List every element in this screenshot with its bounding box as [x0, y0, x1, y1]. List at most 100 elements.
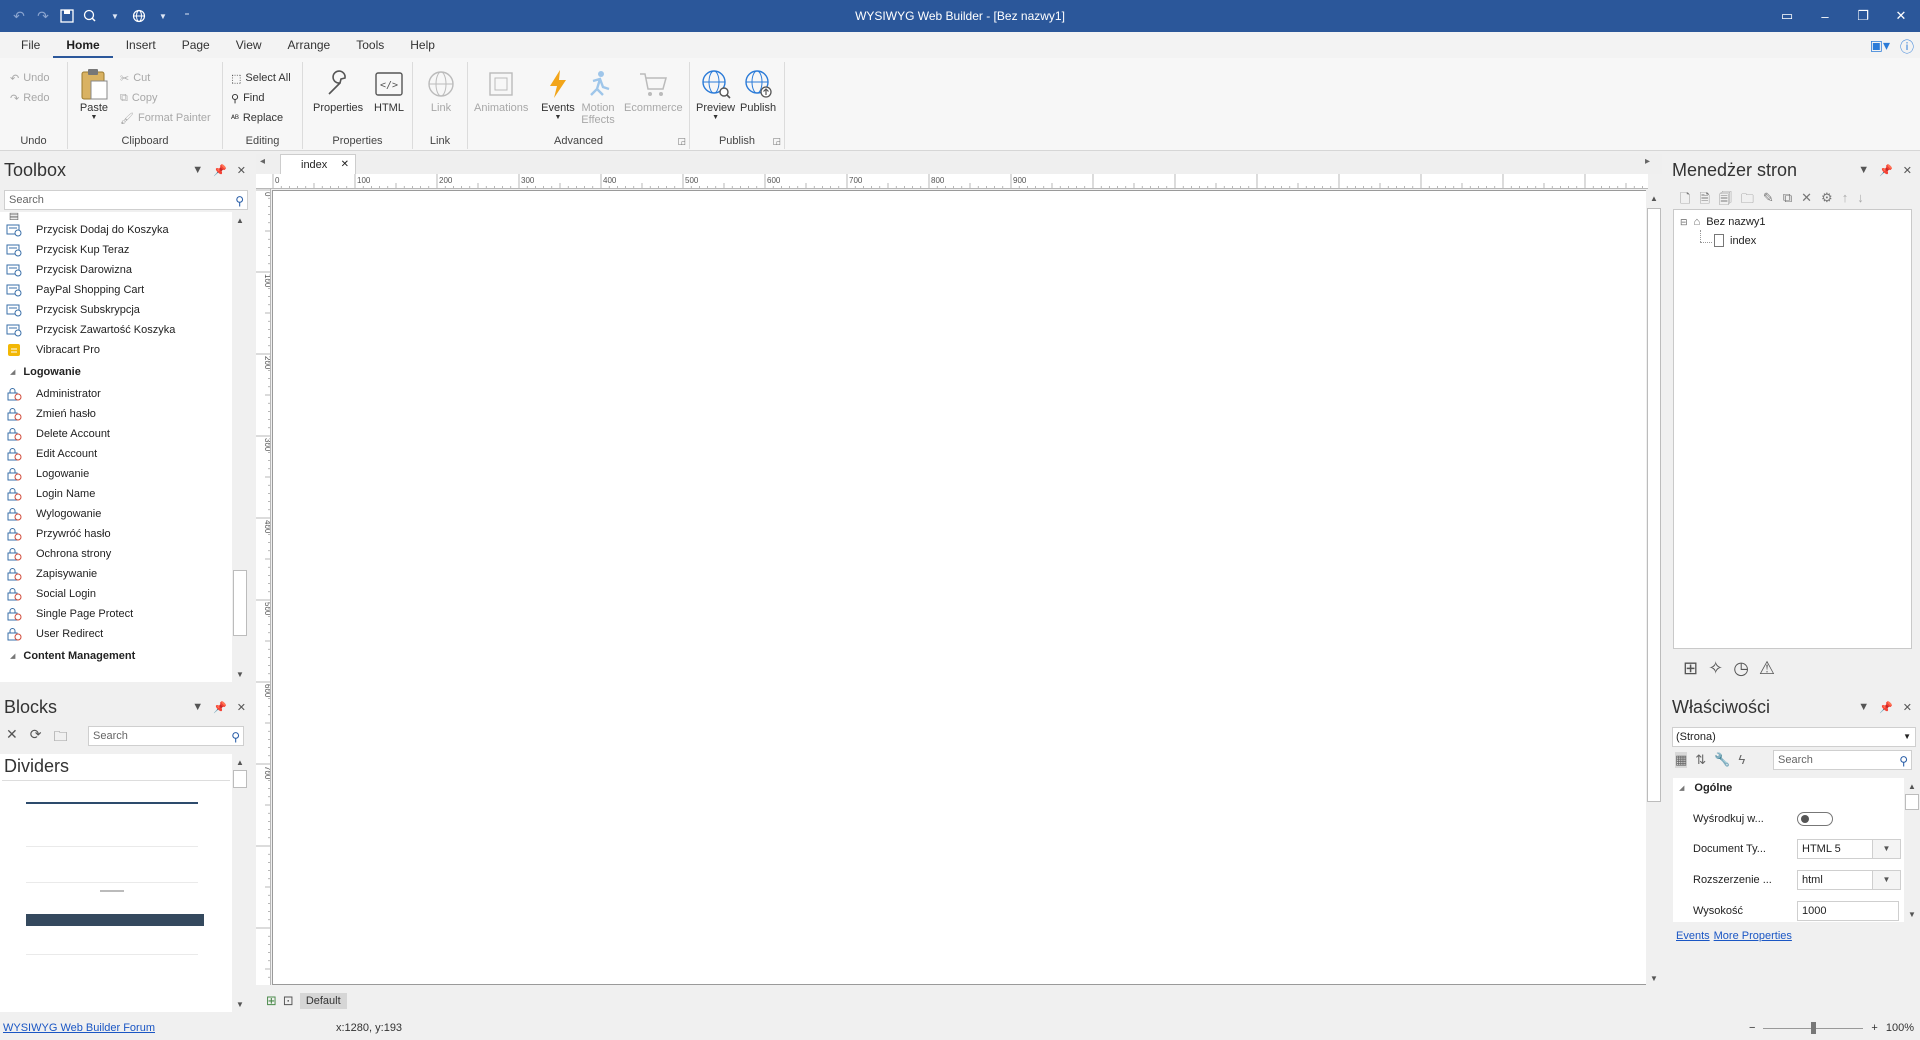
- tab-tools[interactable]: Tools: [343, 32, 397, 58]
- toolbox-item[interactable]: Logowanie: [0, 464, 232, 484]
- doctype-select[interactable]: HTML 5 ▼: [1797, 839, 1901, 859]
- blocks-scrollbar[interactable]: ▲ ▼: [232, 754, 248, 1012]
- canvas-scrollbar[interactable]: ▲ ▼: [1646, 190, 1662, 986]
- categorized-icon[interactable]: ▦: [1675, 752, 1688, 768]
- close-icon[interactable]: ✕: [1903, 701, 1912, 714]
- ribbon-display-icon[interactable]: ▭: [1768, 0, 1806, 32]
- copy-button[interactable]: ⧉ Copy: [120, 88, 211, 108]
- lightning-icon[interactable]: ϟ: [1738, 752, 1745, 768]
- panel-menu-icon[interactable]: ▼: [192, 701, 203, 714]
- events-link[interactable]: Events: [1676, 930, 1710, 942]
- toolbox-item[interactable]: Przycisk Zawartość Koszyka: [0, 320, 232, 340]
- sitemap-icon[interactable]: ⊞: [1683, 658, 1698, 679]
- center-toggle[interactable]: [1797, 812, 1833, 826]
- toolbox-item[interactable]: Delete Account: [0, 424, 232, 444]
- tab-view[interactable]: View: [223, 32, 275, 58]
- link-button[interactable]: Link: [423, 66, 459, 114]
- divider-block[interactable]: [26, 846, 198, 847]
- panel-menu-icon[interactable]: ▼: [192, 164, 203, 177]
- object-selector[interactable]: (Strona) ▼: [1672, 727, 1916, 747]
- pin-icon[interactable]: 📌: [1879, 164, 1893, 177]
- find-button[interactable]: ⚲ Find: [231, 88, 291, 108]
- chevron-down-icon[interactable]: ▼: [1872, 840, 1900, 858]
- layout-settings-icon[interactable]: ⊡: [283, 993, 294, 1009]
- collapse-icon[interactable]: ⊟: [1680, 217, 1688, 228]
- paste-button[interactable]: Paste ▼: [76, 66, 112, 121]
- publish-button[interactable]: Publish: [740, 66, 776, 114]
- scrollbar-thumb[interactable]: [233, 570, 247, 636]
- toolbox-item[interactable]: Edit Account: [0, 444, 232, 464]
- divider-block[interactable]: [26, 914, 204, 926]
- scroll-down-icon[interactable]: ▼: [1904, 906, 1920, 922]
- search-icon[interactable]: ⚲: [235, 192, 244, 210]
- properties-search-input[interactable]: Search ⚲: [1773, 750, 1912, 770]
- animations-button[interactable]: Animations: [474, 66, 528, 114]
- close-icon[interactable]: ✕: [6, 726, 18, 750]
- refresh-icon[interactable]: ⟳: [30, 726, 42, 750]
- folder-icon[interactable]: 🗀: [53, 726, 67, 750]
- help-icon[interactable]: ⓘ: [1900, 37, 1914, 57]
- page-canvas[interactable]: [272, 190, 1648, 985]
- toolbox-item[interactable]: Przycisk Dodaj do Koszyka: [0, 220, 232, 240]
- restore-button[interactable]: ❐: [1844, 0, 1882, 32]
- chevron-down-icon[interactable]: ▼: [106, 7, 124, 25]
- divider-block[interactable]: [26, 882, 198, 883]
- tab-insert[interactable]: Insert: [113, 32, 169, 58]
- toolbox-item[interactable]: PayPal Shopping Cart: [0, 280, 232, 300]
- layout-default-button[interactable]: Default: [299, 993, 347, 1009]
- layout-switch-icon[interactable]: ▣▾: [1870, 37, 1890, 57]
- customize-qat-icon[interactable]: ⁼: [178, 7, 196, 25]
- scroll-up-icon[interactable]: ▲: [232, 754, 248, 770]
- close-icon[interactable]: ✕: [1903, 164, 1912, 177]
- toolbox-item[interactable]: Social Login: [0, 584, 232, 604]
- panel-menu-icon[interactable]: ▼: [1858, 701, 1869, 714]
- toolbox-category-login[interactable]: Logowanie: [0, 360, 232, 384]
- properties-button[interactable]: Properties: [313, 66, 363, 114]
- html-button[interactable]: </> HTML: [371, 66, 407, 114]
- search-icon[interactable]: ⚲: [1899, 752, 1908, 770]
- toolbox-search-input[interactable]: Search ⚲: [4, 190, 248, 210]
- pin-icon[interactable]: ✧: [1708, 658, 1723, 679]
- tab-file[interactable]: File: [8, 32, 53, 58]
- events-button[interactable]: Events ▼: [540, 66, 576, 121]
- close-icon[interactable]: ✕: [237, 164, 246, 177]
- tab-arrange[interactable]: Arrange: [275, 32, 344, 58]
- toolbox-item[interactable]: User Redirect: [0, 624, 232, 644]
- minimize-button[interactable]: –: [1806, 0, 1844, 32]
- toolbox-scrollbar[interactable]: ▲ ▼: [232, 212, 248, 682]
- toolbox-item[interactable]: Zmień hasło: [0, 404, 232, 424]
- tab-home[interactable]: Home: [53, 32, 113, 58]
- preview-dropdown-icon[interactable]: [82, 7, 100, 25]
- save-icon[interactable]: [58, 7, 76, 25]
- ecommerce-button[interactable]: Ecommerce: [624, 66, 683, 114]
- pin-icon[interactable]: 📌: [213, 701, 227, 714]
- toolbox-item[interactable]: Przycisk Subskrypcja: [0, 300, 232, 320]
- pin-icon[interactable]: 📌: [1879, 701, 1893, 714]
- toolbox-item[interactable]: Przywróć hasło: [0, 524, 232, 544]
- cut-button[interactable]: ✂ Cut: [120, 68, 211, 88]
- close-icon[interactable]: ✕: [237, 701, 246, 714]
- scroll-up-icon[interactable]: ▲: [232, 212, 248, 228]
- zoom-slider-thumb[interactable]: [1811, 1021, 1817, 1034]
- scroll-up-icon[interactable]: ▲: [1646, 190, 1662, 206]
- close-icon[interactable]: ✕: [341, 159, 349, 170]
- tree-node-index[interactable]: index: [1714, 234, 1756, 247]
- select-all-button[interactable]: ⬚ Select All: [231, 68, 291, 88]
- redo-button[interactable]: ↷ Redo: [10, 88, 50, 108]
- publish-globe-icon[interactable]: [130, 7, 148, 25]
- preview-button[interactable]: Preview ▼: [696, 66, 735, 121]
- tab-scroll-right-icon[interactable]: ▸: [1645, 156, 1650, 167]
- blocks-search-input[interactable]: Search ⚲: [88, 726, 244, 746]
- scroll-down-icon[interactable]: ▼: [232, 666, 248, 682]
- undo-button[interactable]: ↶ Undo: [10, 68, 50, 88]
- toolbox-item[interactable]: Wylogowanie: [0, 504, 232, 524]
- toolbox-item[interactable]: Ochrona strony: [0, 544, 232, 564]
- zoom-slider[interactable]: [1763, 1021, 1864, 1034]
- forum-link[interactable]: WYSIWYG Web Builder Forum: [0, 1022, 155, 1034]
- toolbox-item[interactable]: Przycisk Kup Teraz: [0, 240, 232, 260]
- scroll-up-icon[interactable]: ▲: [1904, 778, 1920, 794]
- scroll-down-icon[interactable]: ▼: [232, 996, 248, 1012]
- toolbox-category-content[interactable]: Content Management: [0, 644, 232, 668]
- tab-page[interactable]: Page: [169, 32, 223, 58]
- sort-alpha-icon[interactable]: ⇅: [1695, 752, 1706, 768]
